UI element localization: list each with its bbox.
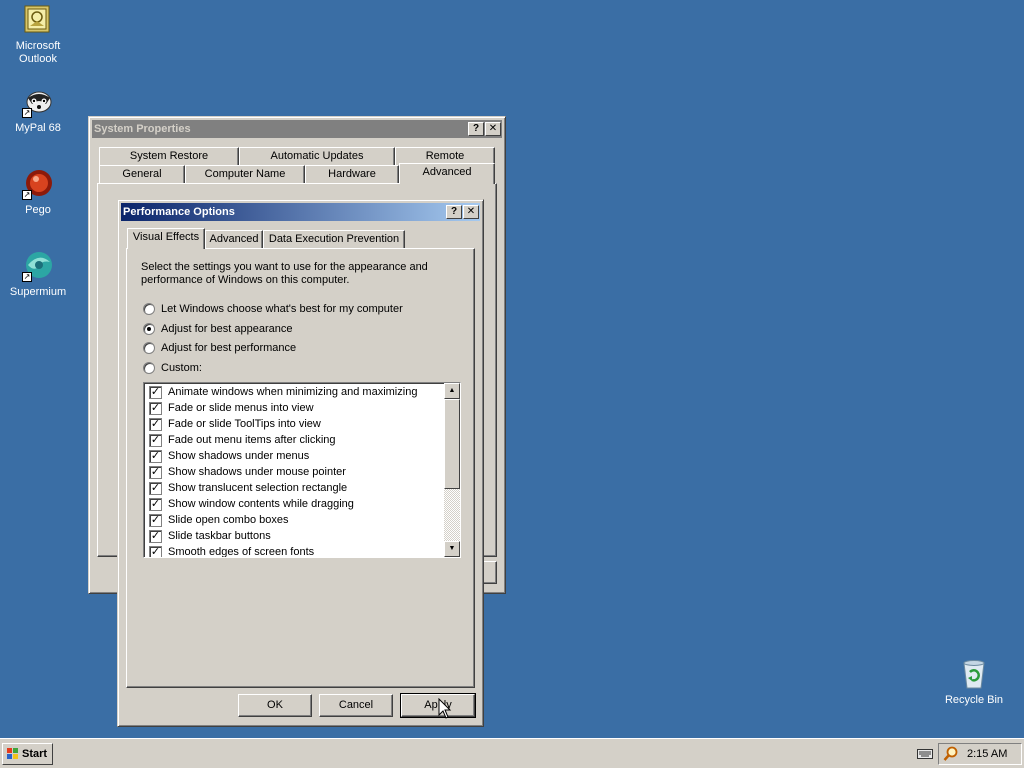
recycle-bin-icon bbox=[958, 658, 990, 690]
checkbox[interactable]: ✓ bbox=[149, 482, 162, 495]
close-button[interactable]: ✕ bbox=[485, 122, 501, 136]
desktop-icon-label: Pego bbox=[25, 204, 51, 216]
supermium-icon: ↗ bbox=[22, 250, 54, 282]
scroll-thumb[interactable] bbox=[444, 399, 460, 489]
desktop-icon-label: Supermium bbox=[9, 286, 67, 298]
performance-options-titlebar[interactable]: Performance Options ? ✕ bbox=[121, 203, 480, 221]
scroll-down-button[interactable]: ▼ bbox=[444, 541, 460, 557]
help-button[interactable]: ? bbox=[446, 205, 462, 219]
visual-effects-panel: Select the settings you want to use for … bbox=[126, 248, 475, 688]
cancel-button[interactable]: Cancel bbox=[319, 694, 393, 717]
tab-hardware[interactable]: Hardware bbox=[305, 165, 399, 184]
radio-button[interactable] bbox=[143, 362, 155, 374]
arrow-down-icon: ▼ bbox=[448, 545, 456, 552]
close-button[interactable]: ✕ bbox=[463, 205, 479, 219]
system-tray: 2:15 AM bbox=[938, 743, 1022, 765]
start-button[interactable]: Start bbox=[2, 743, 53, 765]
desktop-icon-label: Outlook bbox=[19, 53, 57, 65]
tab-automatic-updates[interactable]: Automatic Updates bbox=[239, 147, 395, 166]
desktop-icon-pego[interactable]: ↗ Pego bbox=[0, 168, 76, 217]
checkbox[interactable]: ✓ bbox=[149, 498, 162, 511]
shortcut-arrow-icon: ↗ bbox=[22, 108, 32, 118]
scroll-up-button[interactable]: ▲ bbox=[444, 383, 460, 399]
desktop-icon-outlook[interactable]: Microsoft Outlook bbox=[0, 4, 76, 66]
checkbox[interactable]: ✓ bbox=[149, 386, 162, 399]
help-button[interactable]: ? bbox=[468, 122, 484, 136]
tab-system-restore[interactable]: System Restore bbox=[99, 147, 239, 166]
search-icon[interactable] bbox=[943, 746, 959, 762]
pego-icon: ↗ bbox=[22, 168, 54, 200]
radio-button-selected[interactable] bbox=[143, 323, 155, 335]
shortcut-arrow-icon: ↗ bbox=[22, 272, 32, 282]
ok-button[interactable]: OK bbox=[238, 694, 312, 717]
outlook-icon bbox=[22, 4, 54, 36]
desktop-icon-label: MyPal 68 bbox=[15, 122, 61, 134]
checkbox[interactable]: ✓ bbox=[149, 450, 162, 463]
desktop-icon-mypal[interactable]: ↗ MyPal 68 bbox=[0, 86, 76, 135]
desktop-icon-supermium[interactable]: ↗ Supermium bbox=[0, 250, 76, 299]
windows-logo-icon bbox=[6, 747, 20, 761]
tab-advanced[interactable]: Advanced bbox=[205, 230, 263, 249]
tab-advanced[interactable]: Advanced bbox=[399, 163, 495, 184]
system-properties-titlebar[interactable]: System Properties ? ✕ bbox=[92, 120, 502, 138]
tab-computer-name[interactable]: Computer Name bbox=[185, 165, 305, 184]
dialog-title: Performance Options bbox=[123, 206, 235, 218]
description-text: Select the settings you want to use for … bbox=[141, 261, 428, 286]
tab-general[interactable]: General bbox=[99, 165, 185, 184]
mouse-pointer-icon bbox=[438, 697, 452, 720]
checkbox[interactable]: ✓ bbox=[149, 418, 162, 431]
window-title: System Properties bbox=[94, 123, 191, 135]
shortcut-arrow-icon: ↗ bbox=[22, 190, 32, 200]
start-label: Start bbox=[22, 748, 48, 760]
radio-button[interactable] bbox=[143, 342, 155, 354]
arrow-up-icon: ▲ bbox=[448, 387, 456, 394]
desktop-icon-recycle-bin[interactable]: Recycle Bin bbox=[936, 658, 1012, 707]
performance-options-dialog: Performance Options ? ✕ Visual Effects A… bbox=[117, 199, 484, 727]
checkbox[interactable]: ✓ bbox=[149, 466, 162, 479]
vertical-scrollbar[interactable]: ▲ ▼ bbox=[444, 383, 460, 557]
keyboard-icon[interactable] bbox=[917, 748, 933, 760]
checkbox[interactable]: ✓ bbox=[149, 434, 162, 447]
desktop-icon-label: Microsoft bbox=[15, 40, 61, 52]
tab-visual-effects[interactable]: Visual Effects bbox=[127, 228, 205, 249]
radio-button[interactable] bbox=[143, 303, 155, 315]
checkbox[interactable]: ✓ bbox=[149, 402, 162, 415]
checkbox[interactable]: ✓ bbox=[149, 514, 162, 527]
clock[interactable]: 2:15 AM bbox=[967, 744, 1007, 764]
taskbar: Start 2:15 AM bbox=[0, 738, 1024, 768]
visual-effects-list[interactable]: ✓ Animate windows when minimizing and max… bbox=[143, 382, 461, 558]
checkbox[interactable]: ✓ bbox=[149, 530, 162, 543]
mypal-icon: ↗ bbox=[22, 86, 54, 118]
checkbox[interactable]: ✓ bbox=[149, 546, 162, 557]
tab-data-execution-prevention[interactable]: Data Execution Prevention bbox=[263, 230, 405, 249]
desktop-icon-label: Recycle Bin bbox=[944, 694, 1004, 706]
